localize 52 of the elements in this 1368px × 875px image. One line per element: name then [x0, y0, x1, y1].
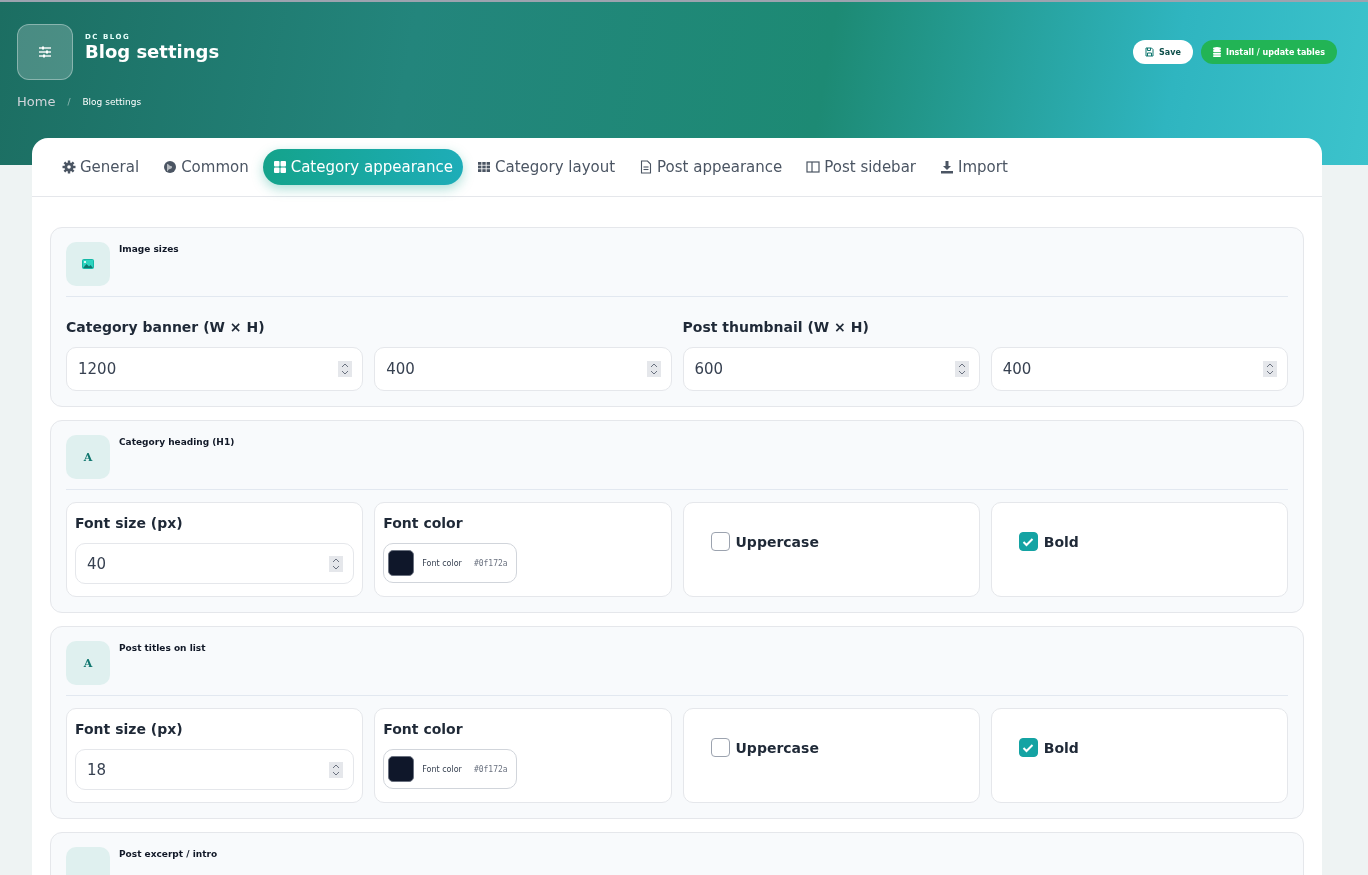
field-label: Font size (px): [75, 721, 184, 737]
number-input[interactable]: 400: [990, 347, 1288, 391]
number-input[interactable]: 1200: [66, 347, 364, 391]
tab[interactable]: Common: [153, 149, 259, 185]
number-input[interactable]: 400: [374, 347, 672, 391]
number-input[interactable]: 40: [75, 543, 355, 584]
current-page-label: Blog settings: [82, 96, 142, 107]
dot-grid-icon: [477, 160, 491, 174]
breadcrumb-link[interactable]: Home: [17, 94, 56, 109]
tab[interactable]: Post sidebar: [796, 149, 926, 185]
section-title: Image sizes: [119, 244, 179, 254]
letter-icon: A: [66, 641, 110, 685]
section-title: Post titles on list: [119, 643, 206, 653]
section-title: Category heading (H1): [119, 437, 235, 447]
uppercase-checkbox[interactable]: Uppercase: [710, 532, 819, 551]
checkmark-icon: [1022, 742, 1035, 753]
spinner-icon[interactable]: [338, 361, 353, 377]
database-icon: [1212, 47, 1221, 57]
page-title: Blog settings: [85, 40, 220, 62]
number-input[interactable]: 18: [75, 749, 355, 790]
save-button[interactable]: Save: [1133, 40, 1193, 64]
bold-checkbox[interactable]: Bold: [1018, 532, 1079, 551]
spinner-icon[interactable]: [954, 361, 969, 377]
field-label: Category banner (W × H): [66, 319, 266, 335]
section-title: Post excerpt / intro: [119, 849, 218, 859]
field-label: Post thumbnail (W × H): [682, 319, 870, 335]
breadcrumb-separator: /: [67, 96, 71, 107]
gear-icon: [62, 160, 76, 174]
letter-icon: A: [66, 435, 110, 479]
spinner-icon[interactable]: [329, 555, 344, 572]
color-picker[interactable]: Font color #0f172a: [383, 749, 517, 789]
spinner-icon[interactable]: [646, 361, 661, 377]
bold-checkbox[interactable]: Bold: [1018, 738, 1079, 757]
number-input[interactable]: 600: [682, 347, 980, 391]
spinner-icon[interactable]: [1263, 361, 1277, 377]
field-label: Font size (px): [75, 515, 184, 531]
settings-icon: [17, 24, 73, 80]
tab[interactable]: Category layout: [467, 149, 626, 185]
grid-icon: [272, 160, 287, 174]
tab[interactable]: Import: [930, 149, 1018, 185]
tab[interactable]: Post appearance: [629, 149, 793, 185]
uppercase-checkbox[interactable]: Uppercase: [710, 738, 819, 757]
document-icon: [639, 160, 654, 174]
tab[interactable]: General: [52, 149, 150, 185]
field-label: Font color: [383, 515, 464, 531]
color-picker[interactable]: Font color #0f172a: [383, 543, 517, 583]
columns-icon: [806, 160, 821, 174]
image-icon: [66, 242, 110, 286]
field-label: Font color: [383, 721, 464, 737]
spinner-icon[interactable]: [329, 761, 344, 778]
download-icon: [940, 160, 954, 174]
checkmark-icon: [1022, 536, 1035, 547]
